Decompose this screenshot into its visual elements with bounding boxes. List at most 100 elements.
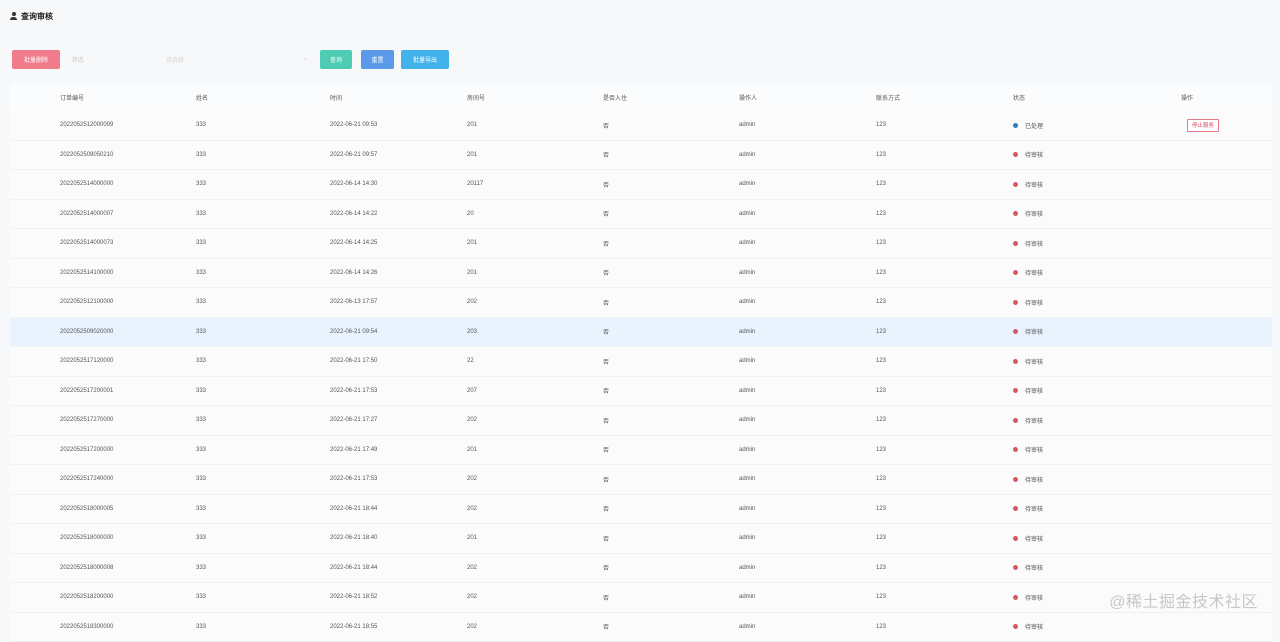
cell-phone: 123 (876, 436, 1013, 465)
table-row[interactable]: 20220525183000003332022-06-21 18:55202否a… (10, 613, 1272, 642)
status-dot-icon (1013, 506, 1018, 511)
status-text: 待审核 (1025, 150, 1043, 159)
table-row[interactable]: 20220525140000003332022-06-14 14:3020117… (10, 170, 1272, 200)
cell-status: 待审核 (1013, 377, 1181, 406)
status-select[interactable]: 请选择 ⌄ (162, 51, 312, 67)
cell-id: 2022052517200000 (10, 436, 196, 465)
cell-operator: admin (739, 583, 876, 612)
table-row[interactable]: 20220525172700003332022-06-21 17:27202否a… (10, 406, 1272, 436)
table-row[interactable]: 20220525180000003332022-06-21 18:40201否a… (10, 524, 1272, 554)
status-dot-icon (1013, 624, 1018, 629)
cell-room: 202 (467, 406, 603, 435)
status-text: 待审核 (1025, 504, 1043, 513)
cell-time: 2022-06-21 09:54 (330, 318, 467, 347)
cell-name: 333 (196, 318, 330, 347)
status-dot-icon (1013, 447, 1018, 452)
cell-status: 待审核 (1013, 347, 1181, 376)
table-row[interactable]: 20220525090502103332022-06-21 09:57201否a… (10, 141, 1272, 171)
stop-service-button[interactable]: 停止服务 (1187, 119, 1219, 132)
column-header[interactable]: 姓名 (196, 84, 330, 111)
status-dot-icon (1013, 329, 1018, 334)
column-header[interactable]: 时间 (330, 84, 467, 111)
cell-name: 333 (196, 170, 330, 199)
cell-checked-in: 否 (603, 318, 739, 347)
table-row[interactable]: 20220525172000013332022-06-21 17:53207否a… (10, 377, 1272, 407)
cell-phone: 123 (876, 288, 1013, 317)
cell-operator: admin (739, 554, 876, 583)
cell-name: 333 (196, 111, 330, 140)
cell-checked-in: 否 (603, 465, 739, 494)
column-header[interactable]: 操作人 (739, 84, 876, 111)
table-row[interactable]: 20220525171200003332022-06-21 17:5022否ad… (10, 347, 1272, 377)
table-row[interactable]: 20220525090200003332022-06-21 09:54203否a… (10, 318, 1272, 348)
cell-name: 333 (196, 406, 330, 435)
cell-checked-in: 否 (603, 200, 739, 229)
column-header[interactable]: 房间号 (467, 84, 603, 111)
status-text: 待审核 (1025, 386, 1043, 395)
cell-status: 待审核 (1013, 495, 1181, 524)
status-dot-icon (1013, 182, 1018, 187)
table-row[interactable]: 20220525180000083332022-06-21 18:44202否a… (10, 554, 1272, 584)
cell-time: 2022-06-21 18:52 (330, 583, 467, 612)
export-button[interactable]: 批量导出 (401, 50, 449, 69)
table-row[interactable]: 20220525140000733332022-06-14 14:25201否a… (10, 229, 1272, 259)
cell-action (1181, 524, 1272, 553)
search-button[interactable]: 查询 (320, 50, 352, 69)
cell-action (1181, 554, 1272, 583)
cell-name: 333 (196, 524, 330, 553)
cell-name: 333 (196, 495, 330, 524)
status-text: 待审核 (1025, 268, 1043, 277)
table-row[interactable]: 20220525120000093332022-06-21 09:53201否a… (10, 111, 1272, 141)
cell-checked-in: 否 (603, 495, 739, 524)
cell-room: 20117 (467, 170, 603, 199)
status-text: 待审核 (1025, 357, 1043, 366)
status-text: 待审核 (1025, 298, 1043, 307)
table-row[interactable]: 20220525180000053332022-06-21 18:44202否a… (10, 495, 1272, 525)
cell-status: 待审核 (1013, 318, 1181, 347)
cell-time: 2022-06-13 17:57 (330, 288, 467, 317)
cell-phone: 123 (876, 583, 1013, 612)
cell-action (1181, 436, 1272, 465)
cell-id: 2022052509020000 (10, 318, 196, 347)
status-dot-icon (1013, 300, 1018, 305)
column-header[interactable]: 订单编号 (10, 84, 196, 111)
table-row[interactable]: 20220525140000073332022-06-14 14:2220否ad… (10, 200, 1272, 230)
column-header[interactable]: 状态 (1013, 84, 1181, 111)
cell-operator: admin (739, 377, 876, 406)
cell-time: 2022-06-21 17:27 (330, 406, 467, 435)
column-header[interactable]: 操作 (1181, 84, 1272, 111)
column-header[interactable]: 是否入住 (603, 84, 739, 111)
cell-room: 201 (467, 436, 603, 465)
table-row[interactable]: 20220525141000003332022-06-14 14:26201否a… (10, 259, 1272, 289)
cell-checked-in: 否 (603, 288, 739, 317)
status-dot-icon (1013, 211, 1018, 216)
cell-room: 201 (467, 229, 603, 258)
status-dot-icon (1013, 565, 1018, 570)
column-header[interactable]: 联系方式 (876, 84, 1013, 111)
table-row[interactable]: 20220525121000003332022-06-13 17:57202否a… (10, 288, 1272, 318)
batch-delete-button[interactable]: 批量删除 (12, 50, 60, 69)
cell-checked-in: 否 (603, 141, 739, 170)
cell-checked-in: 否 (603, 583, 739, 612)
chevron-down-icon: ⌄ (303, 55, 308, 62)
cell-name: 333 (196, 200, 330, 229)
cell-phone: 123 (876, 554, 1013, 583)
table-row[interactable]: 20220525182000003332022-06-21 18:52202否a… (10, 583, 1272, 613)
cell-checked-in: 否 (603, 524, 739, 553)
cell-checked-in: 否 (603, 436, 739, 465)
status-dot-icon (1013, 359, 1018, 364)
cell-operator: admin (739, 288, 876, 317)
cell-id: 2022052517200001 (10, 377, 196, 406)
table-row[interactable]: 20220525172400003332022-06-21 17:53202否a… (10, 465, 1272, 495)
cell-operator: admin (739, 229, 876, 258)
cell-status: 待审核 (1013, 141, 1181, 170)
cell-action (1181, 406, 1272, 435)
cell-time: 2022-06-21 17:53 (330, 377, 467, 406)
reset-button[interactable]: 重置 (361, 50, 394, 69)
cell-phone: 123 (876, 495, 1013, 524)
cell-action (1181, 200, 1272, 229)
cell-room: 202 (467, 288, 603, 317)
cell-action (1181, 288, 1272, 317)
table-row[interactable]: 20220525172000003332022-06-21 17:49201否a… (10, 436, 1272, 466)
cell-id: 2022052514100000 (10, 259, 196, 288)
